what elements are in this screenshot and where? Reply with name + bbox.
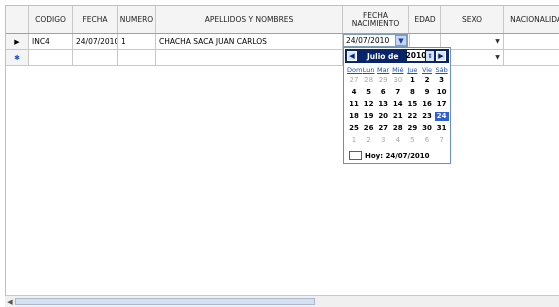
weekday-label: Dom	[347, 66, 363, 74]
calendar-day[interactable]: 12	[362, 100, 376, 109]
chevron-down-icon[interactable]: ▼	[395, 35, 407, 46]
calendar-day[interactable]: 11	[347, 100, 361, 109]
calendar-day[interactable]: 25	[347, 124, 361, 133]
cell-nombres[interactable]: CHACHA SACA JUAN CARLOS	[156, 34, 343, 49]
calendar-day[interactable]: 27	[347, 76, 361, 85]
weekday-label: Mié	[392, 66, 404, 74]
calendar-day[interactable]: 17	[435, 100, 449, 109]
grid-header: CODIGO FECHA NUMERO APELLIDOS Y NOMBRES …	[6, 6, 559, 34]
calendar-day[interactable]: 27	[376, 124, 390, 133]
calendar-day[interactable]: 1	[405, 76, 419, 85]
calendar-day[interactable]: 28	[391, 124, 405, 133]
calendar-year-input[interactable]: 2010	[406, 50, 426, 61]
current-row-indicator[interactable]: ▶	[6, 34, 29, 49]
today-label: Hoy: 24/07/2010	[365, 151, 430, 160]
calendar-day[interactable]: 26	[362, 124, 376, 133]
calendar-day[interactable]: 6	[376, 88, 390, 97]
calendar-day[interactable]: 18	[347, 112, 361, 121]
cell-codigo[interactable]: INC4	[29, 34, 73, 49]
calendar-day[interactable]: 23	[420, 112, 434, 121]
calendar-day[interactable]: 2	[420, 76, 434, 85]
data-grid[interactable]: CODIGO FECHA NUMERO APELLIDOS Y NOMBRES …	[5, 5, 559, 296]
calendar-day[interactable]: 9	[420, 88, 434, 97]
horizontal-scrollbar[interactable]: ◀	[5, 295, 559, 307]
cell-nacionalidad[interactable]	[504, 34, 559, 49]
scroll-left-icon[interactable]: ◀	[5, 296, 15, 307]
calendar-day[interactable]: 8	[405, 88, 419, 97]
calendar-day[interactable]: 13	[376, 100, 390, 109]
calendar-day[interactable]: 24	[434, 112, 449, 121]
cell-nacionalidad[interactable]	[504, 50, 559, 65]
weekday-label: Sáb	[435, 66, 448, 74]
scrollbar-thumb[interactable]	[15, 298, 315, 305]
calendar-day[interactable]: 5	[405, 136, 419, 145]
calendar-day[interactable]: 21	[391, 112, 405, 121]
calendar-day[interactable]: 1	[347, 136, 361, 145]
row-header-corner	[6, 6, 29, 33]
cell-numero[interactable]	[118, 50, 156, 65]
calendar-day[interactable]: 5	[362, 88, 376, 97]
col-fecha[interactable]: FECHA	[73, 6, 118, 33]
chevron-left-icon[interactable]: ◀	[347, 51, 357, 61]
cell-fecha[interactable]: 24/07/2010	[73, 34, 118, 49]
today-marker-icon	[349, 151, 362, 160]
chevron-down-icon[interactable]: ▼	[493, 36, 502, 46]
weekday-label: Jue	[407, 66, 418, 74]
calendar-day[interactable]: 20	[376, 112, 390, 121]
calendar-day[interactable]: 29	[376, 76, 390, 85]
today-link[interactable]: Hoy: 24/07/2010	[349, 151, 430, 160]
calendar-day[interactable]: 15	[405, 100, 419, 109]
table-row[interactable]: ✱ ▼	[6, 50, 559, 66]
calendar-day[interactable]: 6	[420, 136, 434, 145]
col-sexo[interactable]: SEXO	[441, 6, 504, 33]
cell-fecha[interactable]	[73, 50, 118, 65]
calendar-day[interactable]: 14	[391, 100, 405, 109]
calendar-day[interactable]: 28	[362, 76, 376, 85]
calendar-day[interactable]: 30	[420, 124, 434, 133]
calendar-day[interactable]: 29	[405, 124, 419, 133]
cell-nombres[interactable]	[156, 50, 343, 65]
calendar-title-bar: ◀ Julio de 2010 ⇕ ▶	[345, 49, 449, 63]
calendar-day[interactable]: 30	[391, 76, 405, 85]
calendar-day[interactable]: 7	[435, 136, 449, 145]
col-nacionalidad[interactable]: NACIONALIDAD	[504, 6, 559, 33]
calendar-day[interactable]: 22	[405, 112, 419, 121]
calendar-day[interactable]: 7	[391, 88, 405, 97]
calendar-day[interactable]: 10	[435, 88, 449, 97]
weekday-label: Mar	[377, 66, 390, 74]
cell-numero[interactable]: 1	[118, 34, 156, 49]
calendar-day[interactable]: 2	[362, 136, 376, 145]
calendar-day[interactable]: 31	[435, 124, 449, 133]
col-fecha-nacimiento[interactable]: FECHA NACIMIENTO	[343, 6, 409, 33]
col-codigo[interactable]: CODIGO	[29, 6, 73, 33]
new-row-indicator[interactable]: ✱	[6, 50, 29, 65]
col-numero[interactable]: NUMERO	[118, 6, 156, 33]
chevron-down-icon[interactable]: ▼	[493, 52, 502, 62]
calendar-day[interactable]: 3	[435, 76, 449, 85]
calendar-day[interactable]: 16	[420, 100, 434, 109]
col-edad[interactable]: EDAD	[410, 6, 441, 33]
calendar-month-label[interactable]: Julio de	[367, 50, 399, 62]
chevron-right-icon[interactable]: ▶	[436, 51, 446, 61]
calendar-day[interactable]: 3	[376, 136, 390, 145]
year-spinner-icon[interactable]: ⇕	[426, 51, 434, 61]
weekday-label: Lun	[362, 66, 375, 74]
calendar-day[interactable]: 4	[391, 136, 405, 145]
weekday-label: Vie	[421, 66, 433, 74]
table-row[interactable]: ▶ INC4 24/07/2010 1 CHACHA SACA JUAN CAR…	[6, 34, 559, 50]
col-apellidos-nombres[interactable]: APELLIDOS Y NOMBRES	[156, 6, 343, 33]
calendar-day[interactable]: 19	[362, 112, 376, 121]
cell-codigo[interactable]	[29, 50, 73, 65]
calendar-day[interactable]: 4	[347, 88, 361, 97]
calendar-dropdown[interactable]: ◀ Julio de 2010 ⇕ ▶ Dom Lun Mar Mié Jue Vie Sá…	[343, 47, 451, 164]
